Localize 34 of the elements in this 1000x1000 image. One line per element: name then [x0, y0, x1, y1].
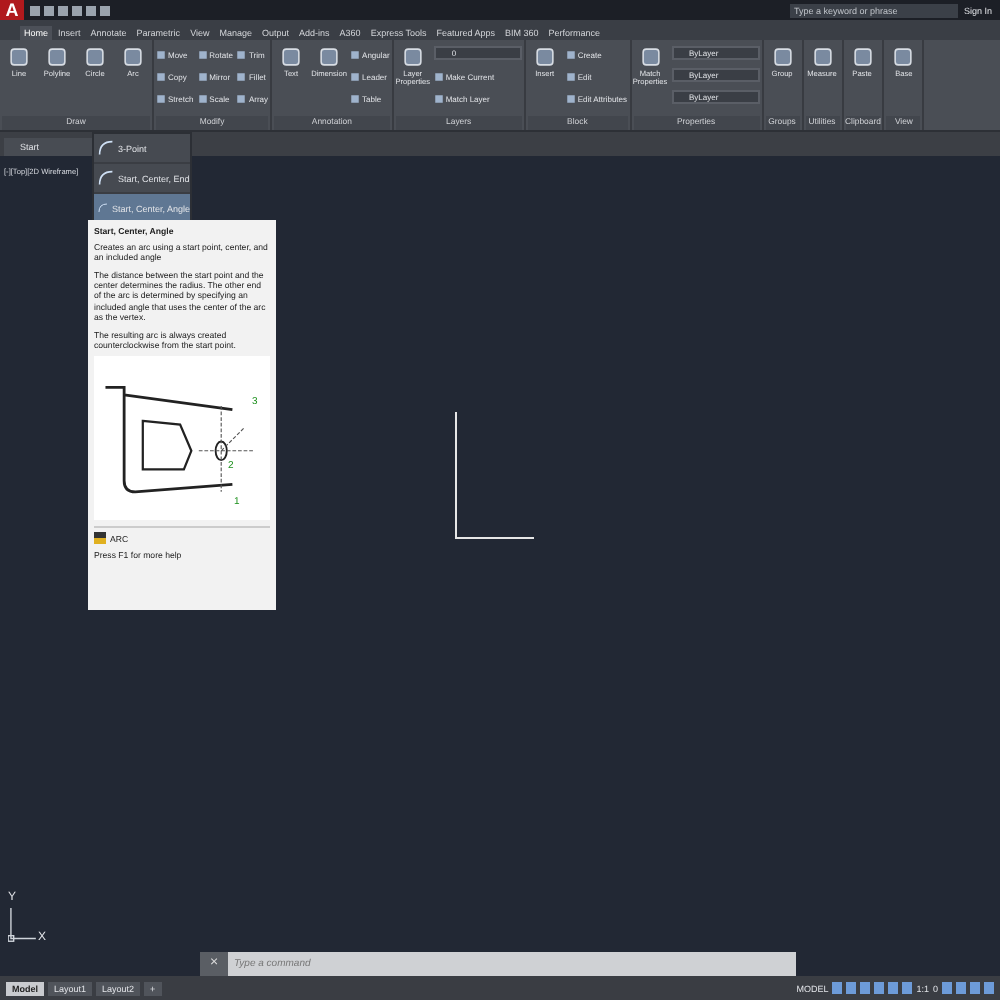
tool-icon: [46, 46, 68, 68]
tool-icon: [197, 94, 208, 104]
command-icon: [94, 532, 106, 545]
tool-icon: [811, 46, 834, 68]
tool-icon: [350, 72, 361, 82]
tool-icon: [236, 94, 247, 104]
tool-icon: [156, 94, 166, 104]
tool-icon: [8, 46, 30, 68]
tool-icon: [156, 72, 166, 82]
ucs-axes-icon: [8, 908, 36, 944]
app-logo[interactable]: A: [0, 0, 24, 20]
tool-icon: [350, 94, 361, 104]
tool-icon: [433, 94, 444, 104]
tool-icon: [280, 46, 303, 68]
tool-icon: [565, 94, 576, 104]
tool-icon: [533, 46, 556, 68]
tool-icon: [236, 50, 247, 60]
tool-icon: [565, 50, 576, 60]
tool-icon: [236, 72, 247, 82]
tool-icon: [197, 50, 208, 60]
tool-icon: [565, 72, 576, 82]
tool-icon: [771, 46, 794, 68]
tool-icon: [401, 46, 424, 68]
tool-icon: [318, 46, 341, 68]
tool-icon: [122, 46, 144, 68]
tool-icon: [892, 46, 915, 68]
tool-icon: [433, 72, 444, 82]
crosshair-cursor: [454, 412, 534, 540]
tool-icon: [156, 50, 166, 60]
tool-icon: [197, 72, 208, 82]
tool-icon: [639, 46, 662, 68]
tool-icon: [350, 50, 361, 60]
tool-icon: [84, 46, 106, 68]
tool-icon: [851, 46, 874, 68]
